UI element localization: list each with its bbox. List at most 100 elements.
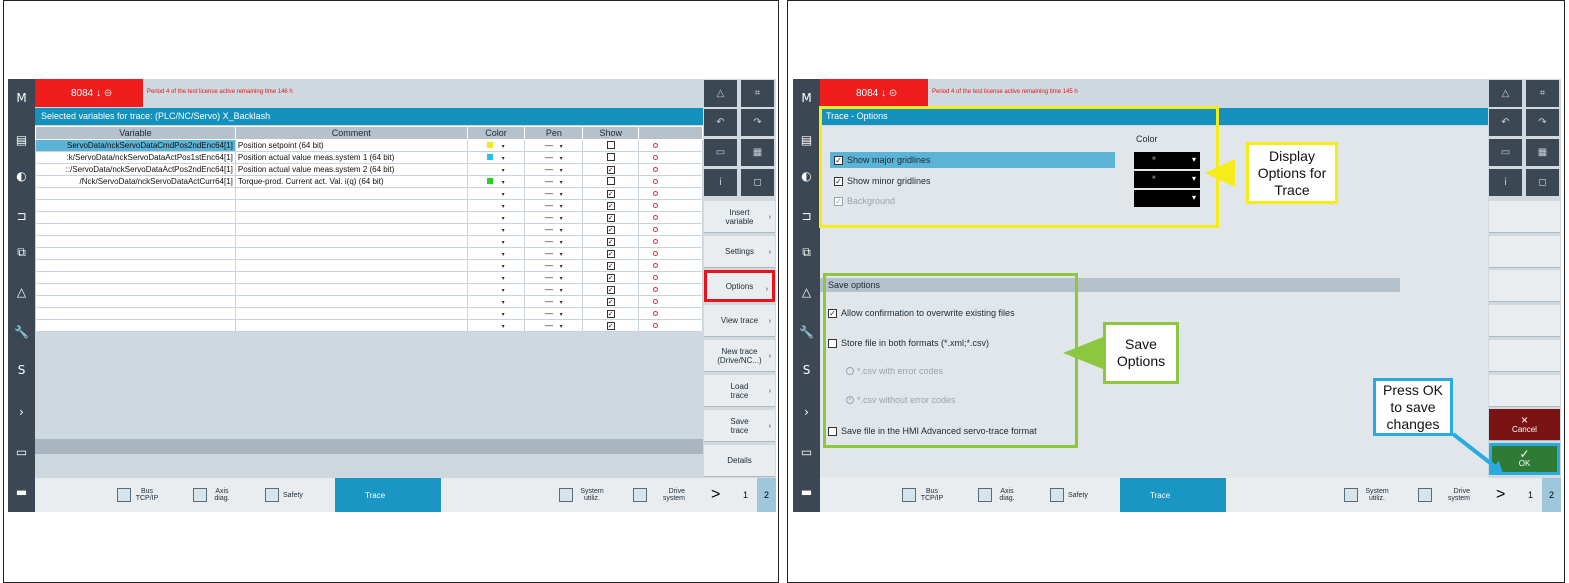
system-utiliz-tab[interactable]: System utiliz. xyxy=(559,484,607,506)
undo-icon[interactable]: ↶ xyxy=(704,109,737,136)
checkbox-unchecked-icon[interactable] xyxy=(606,152,615,161)
machine-icon[interactable]: M xyxy=(795,85,818,111)
table-row[interactable]: ▾ — ▾ ✓ xyxy=(35,283,703,296)
table-row[interactable]: /Nck/ServoData/nckServoDataActCurr64[1] T… xyxy=(35,175,703,188)
alarm-icon[interactable]: △ xyxy=(795,279,818,305)
bus-tcpip-tab[interactable]: Bus TCP/IP xyxy=(117,484,159,506)
pen-cell[interactable]: — ▾ xyxy=(524,211,584,224)
page-1-button[interactable]: 1 xyxy=(1528,490,1533,500)
system-utiliz-tab[interactable]: System utiliz. xyxy=(1344,484,1392,506)
checkbox-checked-icon[interactable]: ✓ xyxy=(606,166,615,174)
variable-cell[interactable] xyxy=(35,199,236,212)
variable-cell[interactable]: /Nck/ServoData/nckServoDataActCurr64[1] xyxy=(35,175,236,188)
color-cell[interactable]: ▾ xyxy=(466,175,526,188)
trace-tab[interactable]: Trace xyxy=(335,478,441,512)
info-icon[interactable]: i xyxy=(1489,169,1522,196)
page-2-button[interactable]: 2 xyxy=(757,478,776,512)
variable-cell[interactable] xyxy=(35,319,236,332)
options-button[interactable]: Options › xyxy=(704,270,775,302)
pen-cell[interactable]: — ▾ xyxy=(524,163,584,176)
jog-icon[interactable]: ⌗ xyxy=(741,80,774,107)
drive-system-tab[interactable]: Drive system xyxy=(633,484,685,506)
extra-cell[interactable] xyxy=(638,283,703,296)
pen-cell[interactable]: — ▾ xyxy=(524,223,584,236)
pen-cell[interactable]: — ▾ xyxy=(524,247,584,260)
variable-cell[interactable] xyxy=(35,211,236,224)
variable-cell[interactable] xyxy=(35,295,236,308)
jog-icon[interactable]: ⌗ xyxy=(1526,80,1559,107)
show-cell[interactable] xyxy=(582,139,640,152)
show-cell[interactable] xyxy=(582,151,640,164)
alarm-triangle-icon[interactable]: △ xyxy=(1489,80,1522,107)
variable-cell[interactable] xyxy=(35,283,236,296)
show-cell[interactable]: ✓ xyxy=(582,199,640,212)
table-row[interactable]: ▾ — ▾ ✓ xyxy=(35,199,703,212)
variable-cell[interactable]: ServoData/nckServoDataCmdPos2ndEnc64[1] xyxy=(35,139,236,152)
checkbox-checked-icon[interactable]: ✓ xyxy=(606,238,615,246)
extra-cell[interactable] xyxy=(638,319,703,332)
pen-cell[interactable]: — ▾ xyxy=(524,319,584,332)
table-row[interactable]: ▾ — ▾ ✓ xyxy=(35,211,703,224)
settings-button[interactable]: Settings › xyxy=(704,236,775,268)
safety-tab[interactable]: Safety xyxy=(265,484,303,506)
arrow-icon[interactable]: ⊐ xyxy=(10,203,33,229)
empty-softkey-6[interactable] xyxy=(1489,375,1560,407)
table-row[interactable]: ServoData/nckServoDataCmdPos2ndEnc64[1] P… xyxy=(35,139,703,152)
switch-icon[interactable]: ◐ xyxy=(10,163,33,189)
redo-icon[interactable]: ↷ xyxy=(1526,109,1559,136)
next-page-button[interactable]: > xyxy=(711,486,720,504)
keyboard-icon[interactable]: ▬ xyxy=(10,479,33,505)
variable-cell[interactable] xyxy=(35,235,236,248)
checkbox-checked-icon[interactable]: ✓ xyxy=(606,310,615,318)
color-cell[interactable]: ▾ xyxy=(466,295,526,308)
empty-softkey-1[interactable] xyxy=(1489,201,1560,233)
extra-cell[interactable] xyxy=(638,295,703,308)
color-cell[interactable]: ▾ xyxy=(466,199,526,212)
program-icon[interactable]: ▤ xyxy=(10,127,33,153)
checkbox-checked-icon[interactable]: ✓ xyxy=(606,190,615,198)
checkbox-checked-icon[interactable]: ✓ xyxy=(606,202,615,210)
table-row[interactable]: ▾ — ▾ ✓ xyxy=(35,187,703,200)
empty-softkey-2[interactable] xyxy=(1489,236,1560,268)
save-trace-button[interactable]: Save trace › xyxy=(704,410,775,442)
bus-tcpip-tab[interactable]: Bus TCP/IP xyxy=(902,484,944,506)
variable-cell[interactable]: :k/ServoData/nckServoDataActPos1stEnc64[… xyxy=(35,151,236,164)
safety-tab[interactable]: Safety xyxy=(1050,484,1088,506)
table-row[interactable]: ▾ — ▾ ✓ xyxy=(35,295,703,308)
table-row[interactable]: ▾ — ▾ ✓ xyxy=(35,223,703,236)
extra-cell[interactable] xyxy=(638,307,703,320)
color-cell[interactable]: ▾ xyxy=(466,187,526,200)
checkbox-checked-icon[interactable]: ✓ xyxy=(606,250,615,258)
calc-icon[interactable]: ▦ xyxy=(741,139,774,166)
page-2-button[interactable]: 2 xyxy=(1542,478,1561,512)
color-cell[interactable]: ▾ xyxy=(466,271,526,284)
empty-softkey-4[interactable] xyxy=(1489,305,1560,337)
expand-icon[interactable]: › xyxy=(10,399,33,425)
extra-cell[interactable] xyxy=(638,139,703,152)
pen-cell[interactable]: — ▾ xyxy=(524,187,584,200)
arrow-icon[interactable]: ⊐ xyxy=(795,203,818,229)
checkbox-checked-icon[interactable]: ✓ xyxy=(606,274,615,282)
color-cell[interactable]: ▾ xyxy=(466,211,526,224)
insert-variable-button[interactable]: Insert variable › xyxy=(704,201,775,233)
variable-cell[interactable] xyxy=(35,247,236,260)
display-icon[interactable]: ▭ xyxy=(1489,139,1522,166)
new-trace-button[interactable]: New trace (Drive/NC...) › xyxy=(704,340,775,372)
color-cell[interactable]: ▾ xyxy=(466,283,526,296)
pen-cell[interactable]: — ▾ xyxy=(524,139,584,152)
pen-cell[interactable]: — ▾ xyxy=(524,271,584,284)
cancel-alarm-icon[interactable]: ⊝ xyxy=(889,88,897,99)
wrench-icon[interactable]: 🔧 xyxy=(10,319,33,345)
extra-cell[interactable] xyxy=(638,271,703,284)
show-cell[interactable]: ✓ xyxy=(582,187,640,200)
pen-cell[interactable]: — ▾ xyxy=(524,283,584,296)
copy-icon[interactable]: ⧉ xyxy=(10,239,33,265)
checkbox-checked-icon[interactable]: ✓ xyxy=(606,322,615,330)
view-trace-button[interactable]: View trace › xyxy=(704,305,775,337)
page-1-button[interactable]: 1 xyxy=(743,490,748,500)
color-cell[interactable]: ▾ xyxy=(466,139,526,152)
color-cell[interactable]: ▾ xyxy=(466,223,526,236)
extra-cell[interactable] xyxy=(638,163,703,176)
redo-icon[interactable]: ↷ xyxy=(741,109,774,136)
empty-softkey-3[interactable] xyxy=(1489,270,1560,302)
